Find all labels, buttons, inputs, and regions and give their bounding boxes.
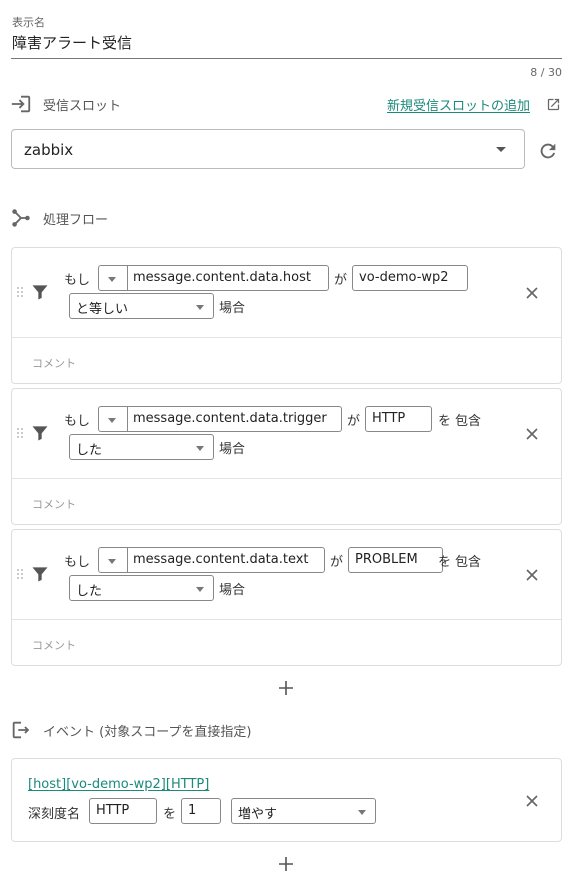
condition-prefix: もし — [64, 414, 91, 429]
open-in-new-icon[interactable] — [546, 97, 561, 112]
event-scope-link[interactable]: [host][vo-demo-wp2][HTTP] — [28, 777, 209, 792]
slot-select[interactable]: zabbix — [11, 129, 525, 169]
chevron-down-icon — [196, 305, 204, 310]
char-counter: 8 / 30 — [530, 66, 562, 79]
close-icon[interactable] — [522, 283, 542, 303]
condition-op1: 包含 — [455, 555, 482, 570]
severity-input-text: HTTP — [96, 803, 130, 818]
chevron-down-icon — [196, 446, 204, 451]
filter-icon — [32, 426, 48, 441]
operator-select-value: と等しい — [76, 302, 129, 317]
condition-card: もし message.content.data.text が PROBLEM を… — [11, 529, 562, 666]
operator-select-value: した — [76, 584, 103, 599]
close-icon[interactable] — [522, 424, 542, 444]
chevron-down-icon — [358, 810, 366, 815]
value-input-text: PROBLEM — [355, 552, 418, 567]
condition-prefix: もし — [64, 273, 91, 288]
severity-label: 深刻度名 — [28, 807, 81, 822]
condition-suffix: 場合 — [219, 301, 246, 316]
display-name-input[interactable]: 障害アラート受信 — [12, 32, 132, 53]
condition-suffix: 場合 — [219, 583, 246, 598]
condition-wo: を — [438, 414, 452, 429]
chevron-down-icon — [108, 418, 116, 423]
field-select-value: message.content.data.trigger — [133, 411, 327, 426]
filter-icon — [32, 567, 48, 582]
value-input-text: HTTP — [372, 411, 406, 426]
filter-icon — [32, 285, 48, 300]
add-condition-plus-icon[interactable] — [278, 680, 294, 696]
login-icon — [11, 95, 31, 113]
condition-ga: が — [330, 555, 344, 570]
flow-section-title: 処理フロー — [43, 213, 109, 228]
chevron-down-icon — [108, 277, 116, 282]
action-select-value: 増やす — [238, 807, 278, 822]
chevron-down-icon — [108, 559, 116, 564]
condition-op1: 包含 — [455, 414, 482, 429]
chevron-down-icon — [496, 147, 506, 152]
condition-suffix: 場合 — [219, 442, 246, 457]
comment-input[interactable]: コメント — [32, 496, 76, 512]
flow-branch-icon — [12, 209, 30, 227]
drag-handle-icon[interactable] — [17, 428, 23, 440]
chevron-down-icon — [196, 587, 204, 592]
value-input[interactable]: HTTP — [365, 406, 432, 432]
comment-input[interactable]: コメント — [32, 637, 76, 653]
condition-ga: が — [347, 414, 361, 429]
field-select[interactable]: message.content.data.trigger — [98, 406, 342, 432]
slot-select-value: zabbix — [24, 141, 74, 159]
card-divider — [12, 619, 561, 620]
drag-handle-icon[interactable] — [17, 287, 23, 299]
condition-card: もし message.content.data.host が vo-demo-w… — [11, 247, 562, 384]
action-select[interactable]: 増やす — [231, 798, 376, 824]
operator-select[interactable]: と等しい — [69, 293, 214, 319]
refresh-icon[interactable] — [537, 140, 559, 162]
amount-input-text: 1 — [188, 803, 197, 818]
value-input[interactable]: PROBLEM — [348, 547, 443, 573]
display-name-underline — [11, 58, 562, 59]
field-select[interactable]: message.content.data.host — [98, 265, 329, 291]
field-select-value: message.content.data.host — [133, 270, 311, 285]
operator-select[interactable]: した — [69, 434, 214, 460]
drag-handle-icon[interactable] — [17, 569, 23, 581]
operator-select[interactable]: した — [69, 575, 214, 601]
condition-ga: が — [334, 273, 348, 288]
value-input-text: vo-demo-wp2 — [359, 270, 449, 285]
close-icon[interactable] — [522, 791, 542, 811]
field-select[interactable]: message.content.data.text — [98, 547, 325, 573]
close-icon[interactable] — [522, 565, 542, 585]
card-divider — [12, 337, 561, 338]
condition-wo: を — [438, 555, 452, 570]
condition-card: もし message.content.data.trigger が HTTP を… — [11, 388, 562, 525]
event-section-title: イベント (対象スコープを直接指定) — [43, 725, 252, 740]
event-wo: を — [163, 807, 177, 822]
logout-icon — [12, 721, 30, 739]
event-card: [host][vo-demo-wp2][HTTP] 深刻度名 HTTP を 1 … — [11, 758, 562, 842]
slot-section-title: 受信スロット — [43, 99, 122, 114]
operator-select-value: した — [76, 443, 103, 458]
comment-input[interactable]: コメント — [32, 355, 76, 371]
card-divider — [12, 478, 561, 479]
display-name-label: 表示名 — [12, 16, 45, 29]
add-event-plus-icon[interactable] — [278, 856, 294, 872]
new-slot-link[interactable]: 新規受信スロットの追加 — [387, 95, 530, 114]
severity-input[interactable]: HTTP — [89, 798, 157, 824]
amount-input[interactable]: 1 — [181, 798, 221, 824]
condition-prefix: もし — [64, 555, 91, 570]
value-input[interactable]: vo-demo-wp2 — [352, 265, 468, 291]
field-select-value: message.content.data.text — [133, 552, 309, 567]
